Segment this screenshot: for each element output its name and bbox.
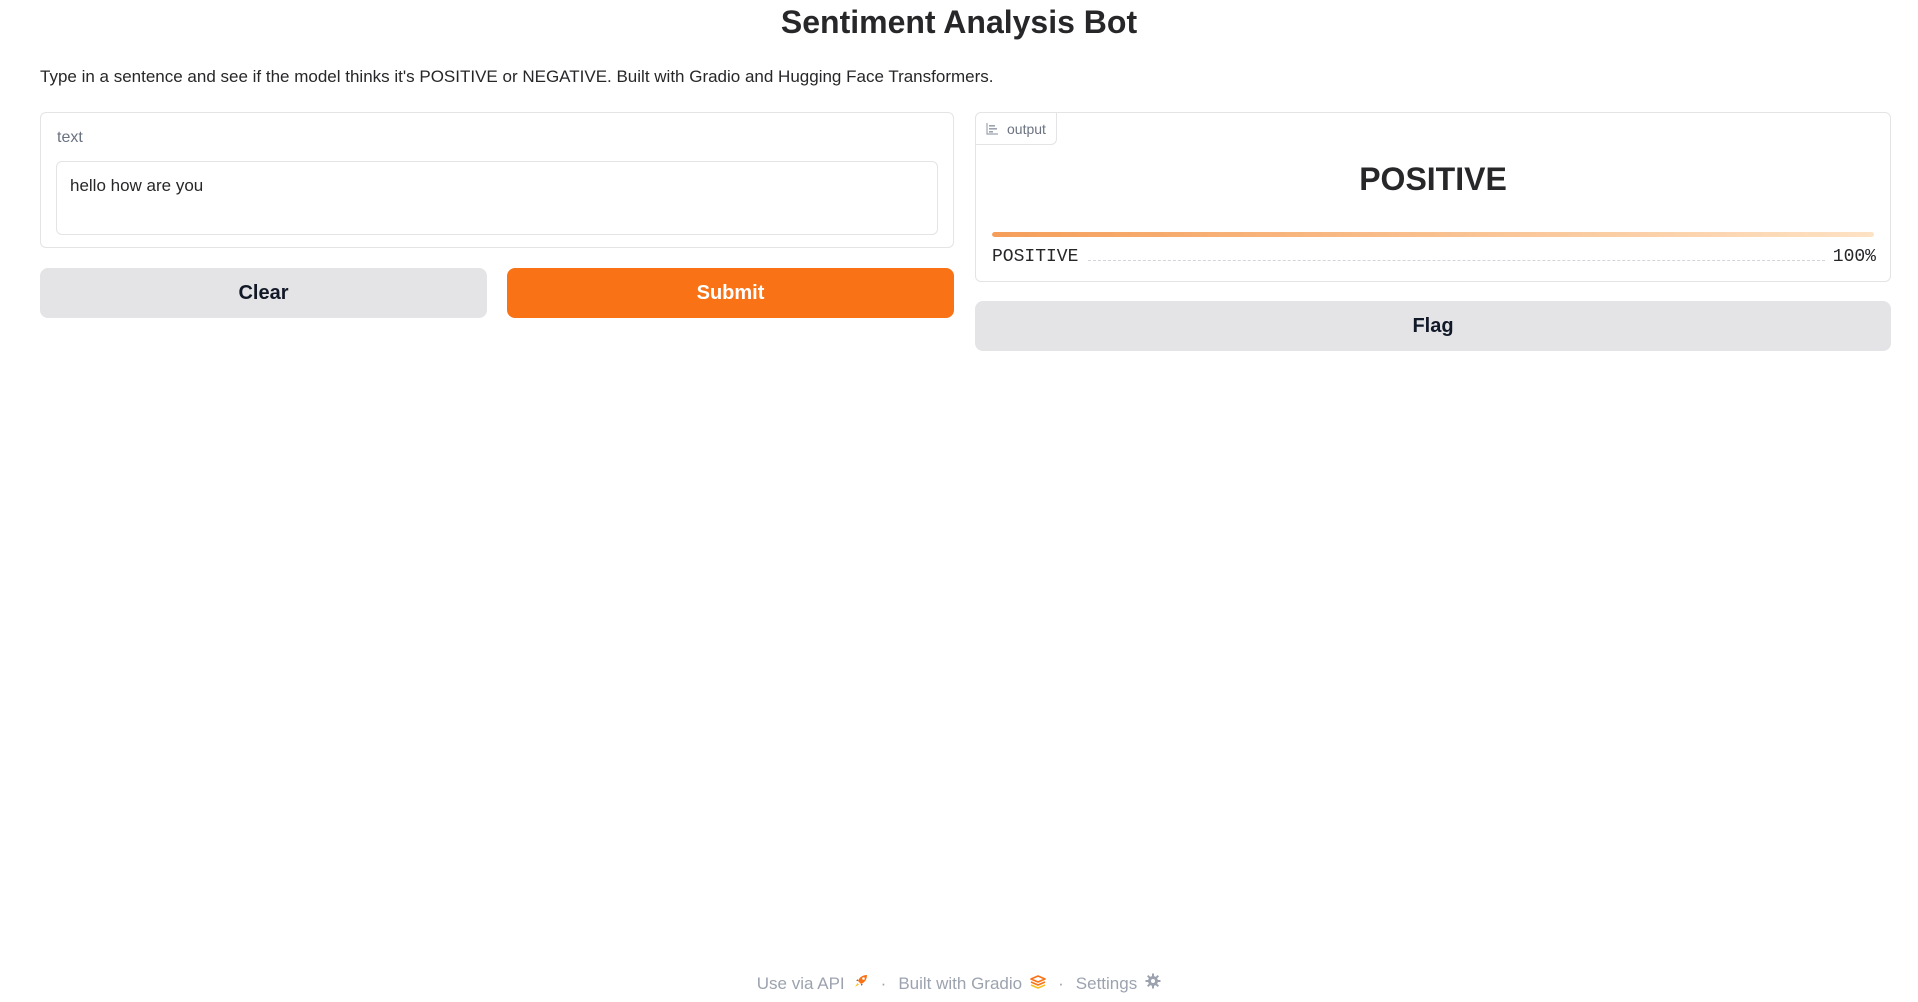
text-input[interactable]: hello how are you <box>56 161 938 235</box>
bar-chart-icon <box>986 122 999 135</box>
input-label: text <box>57 129 83 146</box>
use-via-api-link[interactable]: Use via API <box>757 973 869 994</box>
predicted-label: POSITIVE <box>1359 161 1507 197</box>
page-description: Type in a sentence and see if the model … <box>40 67 994 86</box>
page-title: Sentiment Analysis Bot <box>780 4 1138 40</box>
confidence-bar <box>992 232 1874 237</box>
input-panel: text hello how are you <box>40 112 954 248</box>
gear-icon <box>1145 973 1161 994</box>
settings-link[interactable]: Settings <box>1076 973 1161 994</box>
confidence-label: POSITIVE <box>992 247 1079 267</box>
flag-button[interactable]: Flag <box>975 301 1891 351</box>
output-panel: output POSITIVE POSITIVE 100% <box>975 112 1891 282</box>
submit-button[interactable]: Submit <box>507 268 954 318</box>
confidence-row[interactable]: POSITIVE 100% <box>992 245 1876 269</box>
use-via-api-label: Use via API <box>756 973 845 993</box>
gradio-logo-icon <box>1030 974 1046 994</box>
footer: Use via API · Built with Gradio · Settin… <box>0 973 1918 994</box>
footer-separator: · <box>1058 973 1064 993</box>
confidence-leader-dots <box>1088 259 1825 261</box>
built-with-gradio-link[interactable]: Built with Gradio <box>898 974 1046 994</box>
app-page: Sentiment Analysis Bot Type in a sentenc… <box>0 0 1918 1002</box>
confidence-bar-fill <box>992 232 1874 237</box>
settings-label: Settings <box>1075 973 1138 993</box>
confidence-value: 100% <box>1832 247 1876 267</box>
rocket-icon <box>853 973 869 994</box>
built-with-gradio-label: Built with Gradio <box>898 973 1023 993</box>
clear-button[interactable]: Clear <box>40 268 487 318</box>
output-tag: output <box>976 113 1057 145</box>
output-tag-label: output <box>1007 120 1046 137</box>
footer-separator: · <box>880 973 887 993</box>
